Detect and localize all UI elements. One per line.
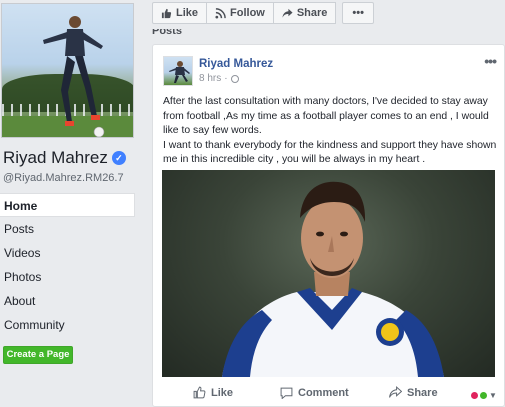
avatar-player-icon <box>169 61 190 83</box>
page-action-bar: Like Follow Share ••• <box>152 2 374 24</box>
follow-button[interactable]: Follow <box>206 2 274 24</box>
post-timestamp[interactable]: 8 hrs <box>199 73 221 84</box>
create-page-button[interactable]: Create a Page <box>3 346 73 364</box>
player-silhouette <box>43 16 105 137</box>
meta-separator: · <box>224 73 228 84</box>
profile-name-text[interactable]: Riyad Mahrez <box>3 148 108 168</box>
share-arrow-icon <box>282 8 293 18</box>
posts-section-header: Posts <box>152 29 182 36</box>
post-card: Riyad Mahrez 8 hrs · ••• After the last … <box>152 44 505 407</box>
post-meta: 8 hrs · <box>199 73 239 84</box>
share-arrow-icon <box>389 386 402 398</box>
nav-item-videos[interactable]: Videos <box>0 241 135 265</box>
post-text: After the last consultation with many do… <box>163 95 503 168</box>
post-photo[interactable] <box>162 170 495 377</box>
nav-item-posts[interactable]: Posts <box>0 217 135 241</box>
verified-badge-icon: ✓ <box>111 151 126 165</box>
post-like-label: Like <box>211 386 234 399</box>
post-author-name[interactable]: Riyad Mahrez <box>199 58 273 70</box>
nav-item-about[interactable]: About <box>0 289 135 313</box>
post-text-line: I want to thank everybody for the kindne… <box>163 139 497 151</box>
post-text-line: from football ,As my time as a football … <box>163 110 489 122</box>
chevron-down-icon: ▼ <box>489 391 497 400</box>
reaction-care-icon <box>480 392 487 399</box>
post-footer: Like Comment Share ▼ <box>153 382 505 406</box>
nav-item-photos[interactable]: Photos <box>0 265 135 289</box>
post-comment-label: Comment <box>298 386 349 399</box>
like-page-label: Like <box>176 7 199 19</box>
post-text-line: like to say few words. <box>163 125 262 136</box>
thumbs-up-icon <box>193 386 206 399</box>
post-share-label: Share <box>407 386 438 399</box>
like-page-button[interactable]: Like <box>152 2 208 24</box>
post-text-line: After the last consultation with many do… <box>163 96 488 107</box>
post-options-button[interactable]: ••• <box>484 53 497 69</box>
reaction-love-icon <box>471 392 478 399</box>
player-portrait-illustration <box>222 181 444 377</box>
rss-icon <box>215 7 226 19</box>
post-comment-button[interactable]: Comment <box>280 386 349 399</box>
nav-item-home[interactable]: Home <box>0 193 135 217</box>
profile-name[interactable]: Riyad Mahrez ✓ <box>3 148 126 168</box>
reaction-selector[interactable]: ▼ <box>471 391 497 400</box>
speech-bubble-icon <box>280 387 293 399</box>
post-share-button[interactable]: Share <box>389 386 438 399</box>
profile-username: @Riyad.Mahrez.RM26.7 <box>3 172 124 184</box>
globe-icon[interactable] <box>230 74 239 83</box>
profile-sidebar: Riyad Mahrez ✓ @Riyad.Mahrez.RM26.7 Home… <box>0 0 145 407</box>
share-page-label: Share <box>296 7 328 19</box>
post-like-button[interactable]: Like <box>193 386 233 399</box>
page-nav: Home Posts Videos Photos About Community <box>0 193 135 337</box>
follow-label: Follow <box>230 7 265 19</box>
share-page-button[interactable]: Share <box>272 2 337 24</box>
post-author-avatar[interactable] <box>163 56 193 86</box>
nav-item-community[interactable]: Community <box>0 313 135 337</box>
more-options-button[interactable]: ••• <box>342 2 374 24</box>
profile-picture[interactable] <box>1 3 134 138</box>
post-text-line: me in this incredible city , you will be… <box>163 154 426 165</box>
thumbs-up-icon <box>161 8 172 18</box>
